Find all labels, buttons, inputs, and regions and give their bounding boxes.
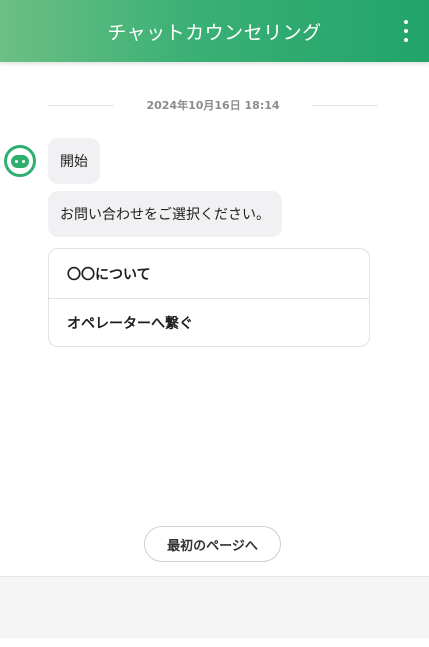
more-vertical-icon[interactable] xyxy=(401,20,411,42)
date-separator: 2024年10月16日 18:14 xyxy=(48,96,379,114)
message-date: 2024年10月16日 18:14 xyxy=(146,99,280,112)
header-title: チャットカウンセリング xyxy=(107,21,322,44)
bot-icon xyxy=(11,154,29,168)
first-page-button[interactable]: 最初のページへ xyxy=(144,526,281,562)
chat-header: チャットカウンセリング xyxy=(0,0,429,62)
message-bubble-question: お問い合わせをご選択ください。 xyxy=(48,191,282,237)
message-text: 開始 xyxy=(60,154,88,170)
input-area xyxy=(0,576,429,638)
option-about[interactable]: 〇〇について xyxy=(49,249,369,298)
message-text: お問い合わせをご選択ください。 xyxy=(60,207,270,223)
option-list: 〇〇について オペレーターへ繋ぐ xyxy=(48,248,370,347)
bot-avatar xyxy=(4,145,36,177)
divider-left xyxy=(48,104,115,106)
option-connect-operator[interactable]: オペレーターへ繋ぐ xyxy=(49,298,369,346)
message-bubble-start: 開始 xyxy=(48,138,100,184)
divider-right xyxy=(311,104,379,106)
